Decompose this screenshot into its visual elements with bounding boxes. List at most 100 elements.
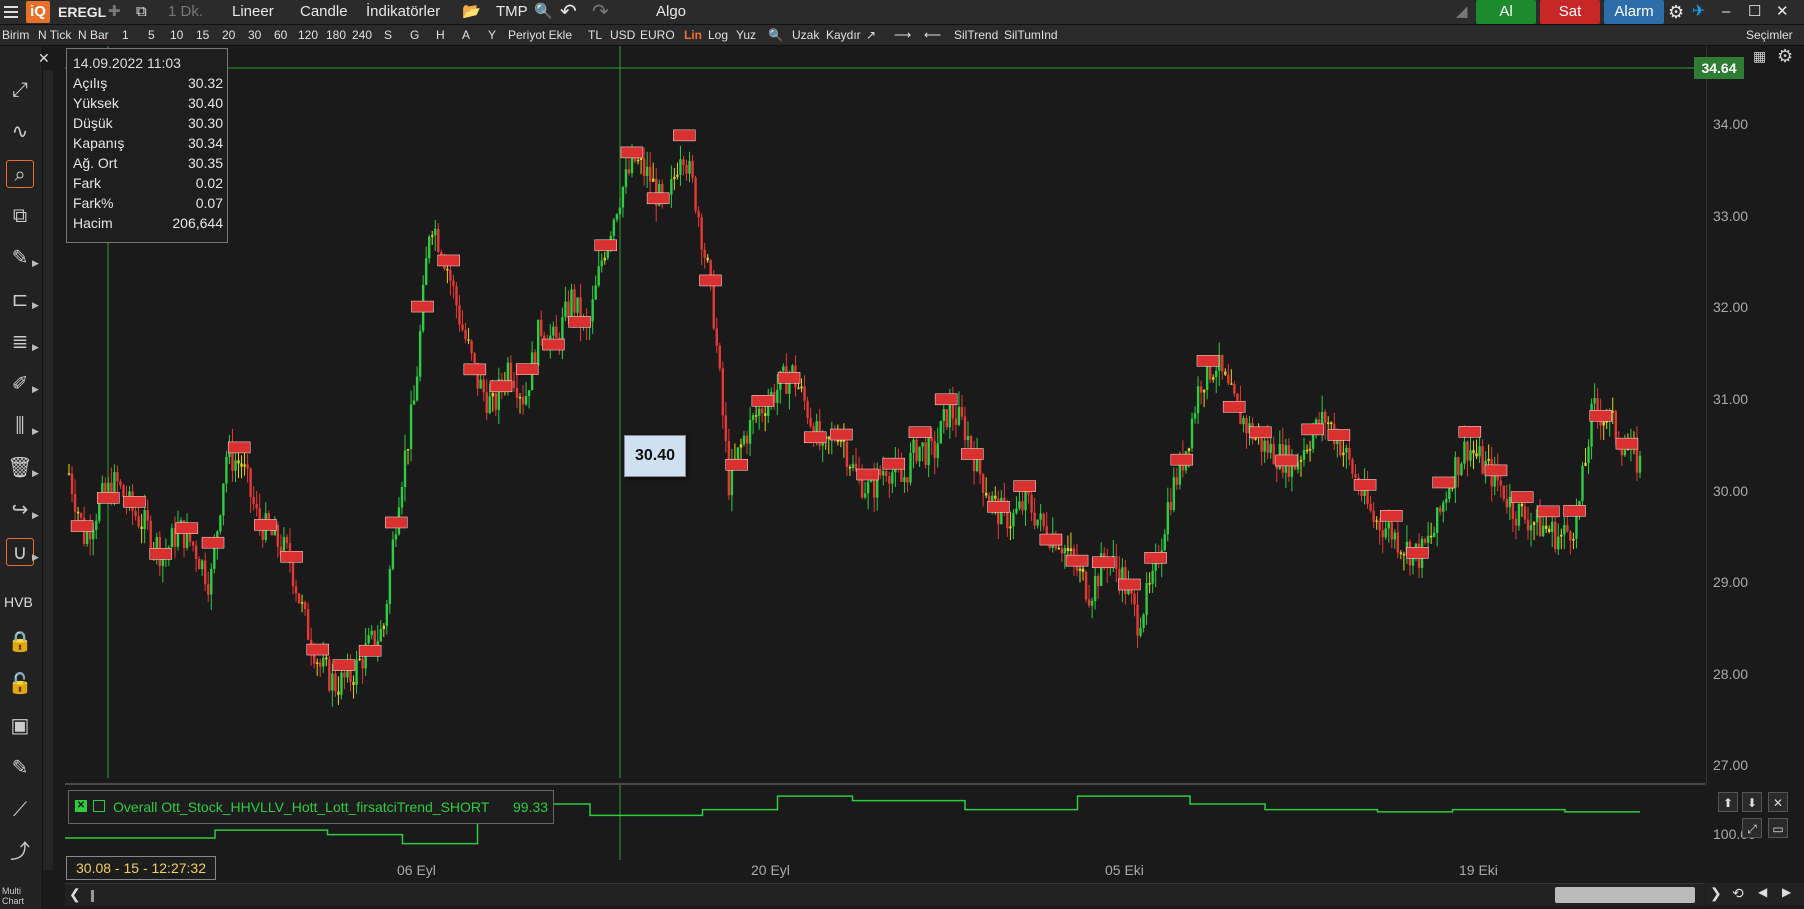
scroll-thumb[interactable] [1555, 887, 1695, 903]
pencil-icon[interactable]: ✎ [6, 244, 34, 272]
delete-trend-button[interactable]: SilTrend [954, 25, 998, 45]
wave-icon[interactable]: ∿ [6, 118, 34, 146]
crop-icon[interactable]: ⧉ [6, 202, 34, 230]
step-back-icon[interactable]: ◀ [1758, 885, 1767, 899]
layout-icon[interactable]: ▦ [1753, 48, 1766, 65]
toolbar-item-30[interactable]: 30 [248, 25, 261, 45]
ruler-icon[interactable]: ⊏ [6, 286, 34, 314]
close-icon[interactable]: ✕ [1776, 0, 1789, 24]
toolbar-item-10[interactable]: 10 [170, 25, 183, 45]
share-icon[interactable]: ↪ [6, 496, 34, 524]
scale-log[interactable]: Log [708, 25, 728, 45]
close-panel-icon[interactable]: ✕ [1768, 792, 1788, 812]
scroll-left-icon[interactable]: ❮ [69, 886, 81, 903]
toolbar-item-y[interactable]: Y [488, 25, 496, 45]
hvb-label[interactable]: HVB [4, 594, 33, 610]
scroll-button[interactable]: Kaydır [826, 25, 861, 45]
magnifier-icon[interactable]: ⌕ [6, 160, 34, 188]
caret-right-icon[interactable]: ▶ [32, 426, 39, 437]
search-icon[interactable]: 🔍 [534, 0, 553, 24]
toolbar-item-ntick[interactable]: N Tick [38, 25, 71, 45]
zoom-icon[interactable]: 🔍 [768, 25, 783, 45]
brush-icon[interactable]: ✐ [6, 370, 34, 398]
trend-line-icon[interactable]: ↗ [866, 25, 876, 45]
unlock-icon[interactable]: 🔓 [6, 670, 34, 698]
selections-button[interactable]: Seçimler [1746, 25, 1793, 45]
toolbar-item-60[interactable]: 60 [274, 25, 287, 45]
measure-icon[interactable]: ⫼ [6, 412, 34, 440]
toolbar-item-1[interactable]: 1 [122, 25, 129, 45]
redo-icon[interactable]: ↷ [592, 0, 609, 24]
toolbar-item-a[interactable]: A [462, 25, 470, 45]
toolbar-item-nbar[interactable]: N Bar [78, 25, 109, 45]
toolbar-item-20[interactable]: 20 [222, 25, 235, 45]
caret-right-icon[interactable]: ▶ [32, 468, 39, 479]
toolbar-item-120[interactable]: 120 [298, 25, 318, 45]
minimize-icon[interactable]: – [1722, 0, 1730, 24]
interval-label[interactable]: 1 Dk. [168, 0, 203, 24]
magnet-icon[interactable]: ∪ [6, 538, 34, 566]
remove-indicator-icon[interactable]: ✕ [75, 800, 87, 812]
buy-button[interactable]: Al [1476, 0, 1536, 24]
panel-window-icon[interactable]: ▭ [1768, 818, 1788, 838]
template-button[interactable]: TMP [496, 0, 528, 24]
layers-icon[interactable]: ▣ [6, 712, 34, 740]
move-up-icon[interactable]: ⬆ [1718, 792, 1738, 812]
arrow-right-icon[interactable]: ⟶ [894, 25, 911, 45]
caret-right-icon[interactable]: ▶ [32, 258, 39, 269]
caret-right-icon[interactable]: ▶ [32, 552, 39, 563]
caret-right-icon[interactable]: ▶ [32, 342, 39, 353]
scale-mode-button[interactable]: Lineer [232, 0, 274, 24]
toolbar-item-birim[interactable]: Birim [2, 25, 29, 45]
chart-type-button[interactable]: Candle [300, 0, 348, 24]
menu-icon[interactable] [4, 6, 18, 8]
app-logo[interactable]: iQ [0, 0, 50, 24]
scroll-right-icon[interactable]: ❯ [1710, 885, 1722, 902]
alarm-button[interactable]: Alarm [1604, 0, 1664, 24]
maximize-icon[interactable]: ☐ [1748, 0, 1761, 24]
gear-icon[interactable]: ⚙ [1668, 0, 1684, 24]
move-down-icon[interactable]: ⬇ [1742, 792, 1762, 812]
axis-settings-icon[interactable]: ⚙ [1777, 46, 1793, 67]
chart-settings-icon[interactable]: ◢ [1456, 0, 1468, 24]
toolbar-item-15[interactable]: 15 [196, 25, 209, 45]
multichart-label[interactable]: Multi Chart [2, 886, 42, 906]
currency-tl[interactable]: TL [588, 25, 602, 45]
twitter-icon[interactable]: ✈ [1692, 0, 1705, 24]
undo-icon[interactable]: ↶ [560, 0, 577, 24]
trend-icon[interactable]: ⤴ [6, 838, 34, 866]
scale-yuz[interactable]: Yuz [736, 25, 756, 45]
sell-button[interactable]: Sat [1540, 0, 1600, 24]
toolbar-item-h[interactable]: H [436, 25, 445, 45]
indicators-button[interactable]: İndikatörler [366, 0, 440, 24]
edit-icon[interactable]: ✎ [6, 754, 34, 782]
delete-indicators-button[interactable]: SilTumInd [1004, 25, 1058, 45]
expand-icon[interactable]: ⤢ [6, 76, 34, 104]
scale-lin[interactable]: Lin [684, 25, 702, 45]
nodes-icon[interactable]: ⟋ [6, 796, 34, 824]
currency-usd[interactable]: USD [610, 25, 635, 45]
external-link-icon[interactable]: ⧉ [136, 0, 147, 24]
time-scrollbar[interactable]: ❮ [65, 883, 1705, 906]
add-period-button[interactable]: Periyot Ekle [508, 25, 572, 45]
expand-panel-icon[interactable]: ⤢ [1742, 818, 1762, 838]
caret-right-icon[interactable]: ▶ [32, 384, 39, 395]
algo-button[interactable]: Algo [656, 0, 686, 24]
price-chart[interactable] [65, 46, 1705, 778]
sidebar-scrollbar[interactable] [43, 70, 53, 870]
folder-icon[interactable]: 📂 [462, 0, 481, 24]
toolbar-item-g[interactable]: G [410, 25, 419, 45]
lock-icon[interactable]: 🔒 [6, 628, 34, 656]
currency-euro[interactable]: EURO [640, 25, 675, 45]
indicator-settings-icon[interactable] [93, 800, 105, 812]
toolbar-item-5[interactable]: 5 [148, 25, 155, 45]
zoom-out-button[interactable]: Uzak [792, 25, 819, 45]
arrow-left-icon[interactable]: ⟵ [924, 25, 941, 45]
toolbar-item-240[interactable]: 240 [352, 25, 372, 45]
trash-icon[interactable]: 🗑 [6, 454, 34, 482]
scroll-start-handle[interactable] [91, 890, 94, 902]
indicator-legend[interactable]: ✕ Overall Ott_Stock_HHVLLV_Hott_Lott_fir… [68, 790, 554, 824]
add-symbol-icon[interactable]: ✚ [108, 0, 121, 24]
fibonacci-icon[interactable]: ≣ [6, 328, 34, 356]
caret-right-icon[interactable]: ▶ [32, 300, 39, 311]
